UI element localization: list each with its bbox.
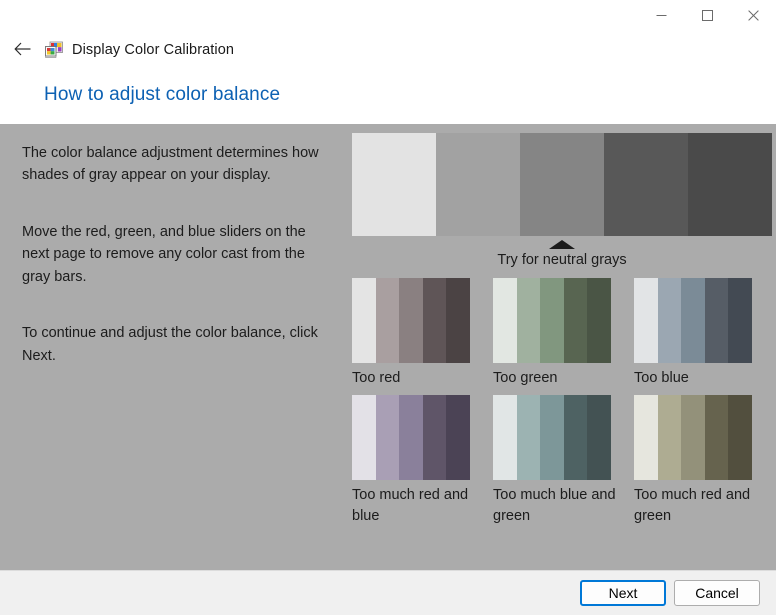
color-cast-samples-grid: Too red Too green Too blue Too much red and… [352, 278, 772, 527]
page-title: How to adjust color balance [44, 84, 281, 105]
sample-strip-3 [681, 395, 705, 481]
instructions-column: The color balance adjustment determines … [0, 124, 345, 570]
sample-strip-4 [422, 278, 447, 364]
up-arrow-icon [549, 240, 575, 249]
back-arrow-icon [13, 39, 33, 62]
sample-label: Too much blue and green [493, 487, 616, 525]
sample-swatch [493, 395, 611, 481]
gray-ramp-strip-1 [352, 133, 436, 236]
gray-ramp-strip-5 [688, 133, 772, 236]
sample-swatch [634, 395, 752, 481]
sample-strip-5 [587, 395, 611, 481]
instruction-paragraph-1: The color balance adjustment determines … [22, 145, 319, 184]
back-button[interactable] [8, 35, 38, 65]
sample-strip-2 [516, 278, 541, 364]
sample-label: Too much red and green [634, 487, 751, 525]
app-header: Display Color Calibration [0, 30, 776, 70]
sample-strip-5 [728, 395, 752, 481]
color-cast-sample: Too blue [634, 278, 775, 389]
color-cast-sample: Too green [493, 278, 634, 389]
sample-strip-2 [657, 395, 682, 481]
sample-strip-2 [375, 278, 400, 364]
sample-strip-1 [634, 395, 658, 481]
display-color-calibration-icon [44, 40, 64, 60]
display-color-calibration-window: Display Color Calibration How to adjust … [0, 0, 776, 615]
main-content: The color balance adjustment determines … [0, 124, 776, 570]
minimize-icon [656, 10, 667, 21]
sample-strip-1 [352, 395, 376, 481]
sample-strip-4 [563, 278, 588, 364]
cancel-button[interactable]: Cancel [674, 580, 760, 606]
sample-strip-1 [493, 278, 517, 364]
sample-strip-2 [375, 395, 400, 481]
minimize-button[interactable] [638, 0, 684, 30]
title-bar [0, 0, 776, 30]
sample-strip-5 [728, 278, 752, 364]
sample-strip-2 [657, 278, 682, 364]
sample-label: Too red [352, 370, 401, 387]
instruction-paragraph-3: To continue and adjust the color balance… [22, 325, 318, 364]
sample-strip-2 [516, 395, 541, 481]
page-heading-area: How to adjust color balance [0, 70, 776, 124]
dialog-footer: Next Cancel [0, 570, 776, 615]
sample-strip-4 [704, 395, 729, 481]
sample-swatch [634, 278, 752, 364]
maximize-button[interactable] [684, 0, 730, 30]
sample-label: Too much red and blue [352, 487, 469, 525]
sample-strip-3 [399, 278, 423, 364]
maximize-icon [701, 9, 713, 21]
sample-strip-5 [446, 395, 470, 481]
sample-strip-1 [493, 395, 517, 481]
instruction-paragraph-2: Move the red, green, and blue sliders on… [22, 223, 306, 285]
demo-column: Try for neutral grays Too red Too green To… [345, 124, 776, 570]
sample-strip-4 [563, 395, 588, 481]
color-cast-sample: Too much red and green [634, 395, 775, 527]
sample-strip-3 [681, 278, 705, 364]
next-button[interactable]: Next [580, 580, 666, 606]
color-cast-sample: Too much blue and green [493, 395, 634, 527]
sample-strip-4 [422, 395, 447, 481]
sample-strip-3 [540, 278, 564, 364]
gray-ramp-strip-3 [520, 133, 604, 236]
sample-swatch [352, 395, 470, 481]
sample-strip-1 [634, 278, 658, 364]
neutral-gray-ramp [352, 133, 772, 236]
sample-strip-5 [587, 278, 611, 364]
neutral-grays-label: Try for neutral grays [497, 252, 627, 268]
sample-strip-5 [446, 278, 470, 364]
sample-swatch [493, 278, 611, 364]
sample-strip-1 [352, 278, 376, 364]
color-cast-sample: Too much red and blue [352, 395, 493, 527]
color-cast-sample: Too red [352, 278, 493, 389]
sample-label: Too blue [634, 370, 689, 387]
sample-swatch [352, 278, 470, 364]
sample-label: Too green [493, 370, 558, 387]
sample-strip-3 [540, 395, 564, 481]
gray-ramp-strip-4 [604, 133, 688, 236]
window-caption-buttons [638, 0, 776, 30]
sample-strip-4 [704, 278, 729, 364]
close-icon [747, 9, 759, 21]
neutral-grays-note: Try for neutral grays [352, 236, 772, 269]
app-title: Display Color Calibration [72, 41, 235, 58]
sample-strip-3 [399, 395, 423, 481]
gray-ramp-strip-2 [436, 133, 520, 236]
close-button[interactable] [730, 0, 776, 30]
